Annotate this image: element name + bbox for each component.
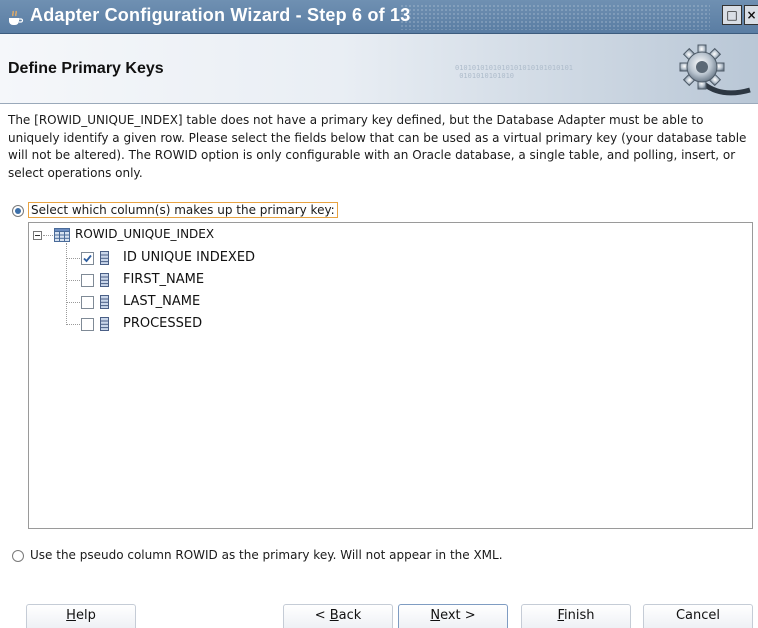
use-rowid-radio[interactable]	[12, 550, 24, 562]
back-button-text: ack	[338, 608, 362, 623]
back-prefix: <	[314, 608, 330, 623]
wizard-header: Define Primary Keys 01010101010101010101…	[0, 34, 758, 104]
window-titlebar[interactable]: Adapter Configuration Wizard - Step 6 of…	[0, 0, 758, 34]
column-icon	[100, 295, 109, 309]
help-button[interactable]: Help	[26, 604, 136, 628]
finish-button[interactable]: Finish	[521, 604, 631, 628]
column-checkbox[interactable]	[81, 252, 94, 265]
java-cup-icon	[9, 10, 24, 25]
tree-connector	[43, 235, 53, 236]
next-mnemonic: N	[430, 608, 441, 623]
table-icon	[54, 228, 70, 242]
column-label[interactable]: FIRST_NAME	[123, 272, 204, 287]
column-icon	[100, 317, 109, 331]
titlebar-pattern	[400, 4, 710, 30]
cancel-button[interactable]: Cancel	[643, 604, 753, 628]
back-mnemonic: B	[329, 608, 339, 623]
select-columns-label-text: Select which column(s) makes up the prim…	[28, 202, 338, 218]
page-title: Define Primary Keys	[8, 60, 164, 77]
next-button-text: ext >	[440, 608, 476, 623]
tree-connector	[66, 302, 80, 303]
table-node-label[interactable]: ROWID_UNIQUE_INDEX	[75, 227, 214, 241]
column-label[interactable]: LAST_NAME	[123, 294, 200, 309]
help-mnemonic: H	[66, 608, 76, 623]
columns-tree[interactable]: ROWID_UNIQUE_INDEX ID UNIQUE INDEXED FIR…	[28, 222, 753, 529]
window-title: Adapter Configuration Wizard - Step 6 of…	[30, 5, 411, 25]
column-label[interactable]: PROCESSED	[123, 316, 202, 331]
finish-button-text: inish	[564, 608, 595, 623]
restore-button[interactable]: □	[722, 5, 742, 25]
checkmark-icon	[83, 254, 92, 263]
use-rowid-label[interactable]: Use the pseudo column ROWID as the prima…	[30, 548, 503, 562]
column-label[interactable]: ID UNIQUE INDEXED	[123, 250, 255, 265]
tree-connector	[66, 324, 80, 325]
select-columns-label[interactable]: Select which column(s) makes up the prim…	[28, 202, 338, 218]
back-button[interactable]: < Back	[283, 604, 393, 628]
close-button[interactable]: ×	[744, 5, 758, 25]
column-checkbox[interactable]	[81, 318, 94, 331]
column-icon	[100, 273, 109, 287]
tree-connector	[66, 280, 80, 281]
description-text: The [ROWID_UNIQUE_INDEX] table does not …	[8, 113, 747, 180]
next-button[interactable]: Next >	[398, 604, 508, 628]
column-checkbox[interactable]	[81, 274, 94, 287]
tree-connector	[66, 243, 67, 325]
help-button-text: elp	[75, 608, 96, 623]
column-checkbox[interactable]	[81, 296, 94, 309]
gear-icon	[679, 44, 751, 96]
select-columns-radio[interactable]	[12, 205, 24, 217]
binary-decoration: 0101010101010101010101010101 01010101010…	[455, 64, 574, 80]
collapse-icon[interactable]	[33, 231, 42, 240]
tree-connector	[66, 258, 80, 259]
column-icon	[100, 251, 109, 265]
